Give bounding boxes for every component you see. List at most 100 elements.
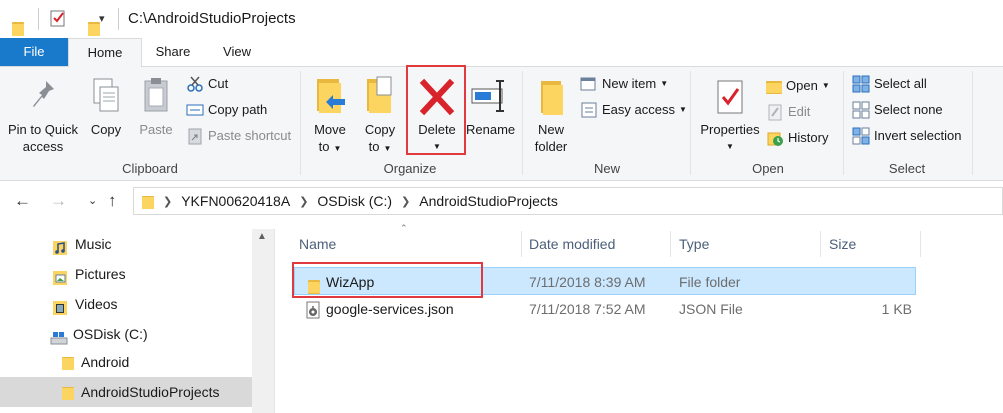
nav-item-videos[interactable]: Videos	[52, 289, 118, 319]
rename-button[interactable]: Rename	[466, 75, 515, 138]
column-divider[interactable]	[920, 231, 921, 257]
customize-qat-dropdown[interactable]: ▾	[99, 12, 105, 25]
breadcrumb-chevron-icon[interactable]: ❯	[401, 195, 410, 208]
file-list-header: ⌃ Name Date modified Type Size	[290, 223, 1003, 259]
copy-path-icon	[186, 101, 204, 119]
file-type: File folder	[679, 274, 741, 290]
nav-item-pictures[interactable]: Pictures	[52, 259, 126, 289]
select-none-icon	[852, 101, 870, 119]
videos-icon	[52, 296, 68, 315]
paste-shortcut-icon	[186, 127, 204, 145]
copy-to-button[interactable]: Copy to ▼	[358, 75, 402, 157]
nav-item-music[interactable]: Music	[52, 229, 112, 259]
paste-shortcut-button[interactable]: Paste shortcut	[186, 125, 291, 147]
column-header-size[interactable]: Size	[820, 229, 920, 259]
breadcrumb-current-folder[interactable]: AndroidStudioProjects	[419, 193, 558, 209]
tab-share[interactable]: Share	[142, 38, 204, 66]
select-none-button[interactable]: Select none	[852, 99, 943, 121]
pictures-icon	[52, 266, 68, 285]
open-button[interactable]: Open ▼	[766, 75, 830, 97]
column-header-date-modified[interactable]: Date modified	[520, 229, 670, 259]
new-group-label: New	[593, 161, 620, 176]
select-all-icon	[852, 75, 870, 93]
select-group-label: Select	[888, 161, 926, 176]
forward-arrow-icon[interactable]: →	[50, 191, 67, 211]
music-icon	[52, 236, 68, 255]
move-to-icon	[317, 79, 345, 113]
scroll-up-arrow-icon[interactable]: ▲	[257, 231, 267, 242]
easy-access-button[interactable]: Easy access ▼	[580, 99, 687, 121]
chevron-down-icon: ▼	[660, 79, 669, 88]
tab-home[interactable]: Home	[68, 38, 142, 67]
nav-item-androidstudioprojects[interactable]: AndroidStudioProjects	[62, 377, 220, 407]
divider	[274, 229, 275, 413]
new-folder-button[interactable]: New folder	[528, 75, 574, 155]
file-size: 1 KB	[881, 301, 912, 317]
breadcrumb-computer[interactable]: YKFN00620418A	[181, 193, 290, 209]
nav-item-android[interactable]: Android	[62, 347, 129, 377]
scissors-icon	[186, 75, 204, 93]
folder-icon	[142, 194, 154, 209]
organize-group-label: Organize	[383, 161, 437, 176]
copy-path-button[interactable]: Copy path	[186, 99, 267, 121]
copy-icon	[93, 78, 119, 112]
pin-to-quick-access-button[interactable]: Pin to Quick access	[4, 77, 82, 155]
nav-scrollbar[interactable]: ▲	[252, 229, 274, 413]
ribbon: Pin to Quick access Copy Paste Cut Copy …	[0, 65, 1003, 181]
invert-selection-icon	[852, 127, 870, 145]
pin-icon	[33, 81, 54, 107]
drive-icon	[50, 326, 68, 345]
nav-item-osdisk[interactable]: OSDisk (C:)	[50, 319, 148, 349]
edit-button[interactable]: Edit	[766, 101, 810, 123]
new-folder-icon	[541, 81, 563, 115]
edit-icon	[766, 103, 784, 121]
folder-icon	[62, 355, 74, 370]
invert-selection-button[interactable]: Invert selection	[852, 125, 961, 147]
move-to-button[interactable]: Move to ▼	[308, 75, 352, 157]
json-file-icon	[305, 300, 321, 319]
new-item-button[interactable]: New item ▼	[580, 73, 668, 95]
paste-icon	[144, 78, 168, 112]
divider	[300, 71, 301, 175]
delete-highlight-box	[406, 65, 466, 155]
address-bar[interactable]: ❯ YKFN00620418A ❯ OSDisk (C:) ❯ AndroidS…	[133, 187, 1003, 215]
divider	[843, 71, 844, 175]
chevron-down-icon: ▼	[333, 144, 342, 153]
breadcrumb-chevron-icon[interactable]: ❯	[299, 195, 308, 208]
folder-icon	[12, 20, 24, 37]
paste-button[interactable]: Paste	[134, 77, 178, 138]
tab-view[interactable]: View	[204, 38, 270, 66]
title-bar: ▾ C:\AndroidStudioProjects	[0, 0, 1003, 38]
chevron-down-icon: ▼	[821, 81, 830, 90]
file-name: google-services.json	[326, 301, 454, 317]
breadcrumb-drive[interactable]: OSDisk (C:)	[317, 193, 392, 209]
divider	[118, 8, 119, 30]
divider	[522, 71, 523, 175]
clipboard-group-label: Clipboard	[122, 161, 178, 176]
history-icon	[766, 129, 784, 147]
file-type: JSON File	[679, 301, 743, 317]
copy-to-icon	[367, 76, 392, 113]
tab-file[interactable]: File	[0, 38, 68, 66]
rename-icon	[471, 80, 504, 112]
up-arrow-icon[interactable]: ↑	[108, 191, 117, 211]
history-button[interactable]: History	[766, 127, 828, 149]
properties-button[interactable]: Properties ▼	[696, 75, 764, 155]
properties-icon	[717, 80, 743, 114]
select-all-button[interactable]: Select all	[852, 73, 927, 95]
properties-check-icon[interactable]	[49, 8, 67, 31]
chevron-down-icon: ▼	[726, 142, 734, 151]
chevron-down-icon: ▼	[383, 144, 392, 153]
copy-button[interactable]: Copy	[84, 77, 128, 138]
easy-access-icon	[580, 101, 598, 119]
open-group-label: Open	[752, 161, 784, 176]
cut-button[interactable]: Cut	[186, 73, 228, 95]
breadcrumb-chevron-icon[interactable]: ❯	[163, 195, 172, 208]
divider	[972, 71, 973, 175]
column-header-name[interactable]: Name	[290, 229, 520, 259]
wizapp-highlight-box	[292, 262, 483, 298]
back-arrow-icon[interactable]: ←	[14, 191, 31, 211]
recent-locations-chevron-icon[interactable]: ⌄	[88, 194, 97, 207]
file-row-google-services[interactable]: google-services.json 7/11/2018 7:52 AM J…	[294, 295, 916, 323]
column-header-type[interactable]: Type	[670, 229, 820, 259]
